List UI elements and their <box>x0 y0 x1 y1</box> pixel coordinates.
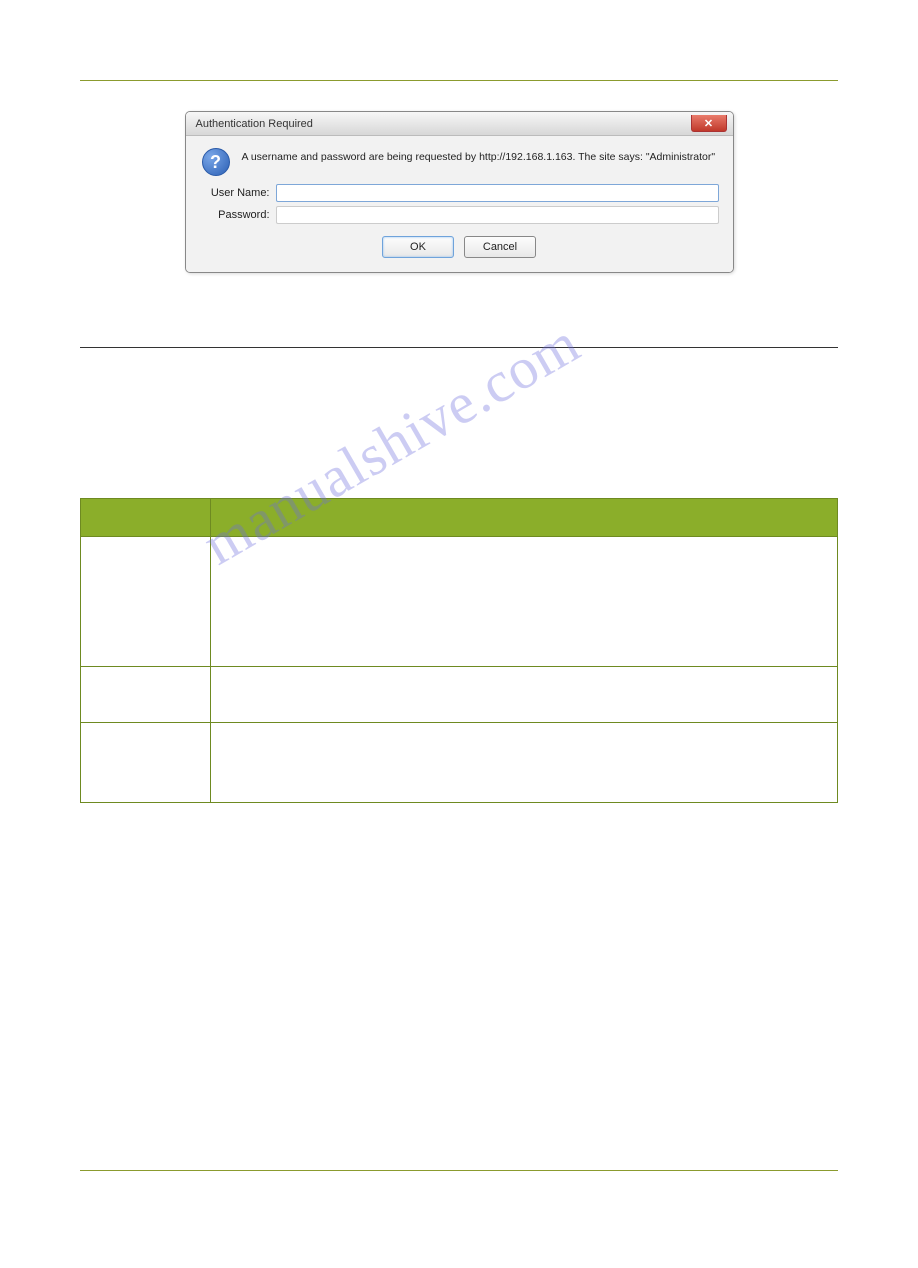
table-cell <box>211 667 838 723</box>
table-row <box>81 723 838 803</box>
mid-rule <box>80 347 838 348</box>
table-cell <box>211 723 838 803</box>
message-row: ? A username and password are being requ… <box>200 148 719 176</box>
cancel-button[interactable]: Cancel <box>464 236 536 258</box>
table-cell <box>211 537 838 667</box>
dialog-titlebar: Authentication Required ✕ <box>186 112 733 136</box>
table-cell <box>81 537 211 667</box>
auth-dialog: Authentication Required ✕ ? A username a… <box>185 111 734 273</box>
password-input[interactable] <box>276 206 719 224</box>
username-row: User Name: <box>200 184 719 202</box>
table-cell <box>81 667 211 723</box>
username-input[interactable] <box>276 184 719 202</box>
username-label: User Name: <box>200 187 270 199</box>
ok-button[interactable]: OK <box>382 236 454 258</box>
table-row <box>81 667 838 723</box>
password-label: Password: <box>200 209 270 221</box>
dialog-message: A username and password are being reques… <box>242 148 716 165</box>
question-icon: ? <box>202 148 230 176</box>
content-table <box>80 498 838 803</box>
table-header-row <box>81 499 838 537</box>
table-header-cell <box>211 499 838 537</box>
table-cell <box>81 723 211 803</box>
top-rule <box>80 80 838 81</box>
close-icon: ✕ <box>704 117 713 130</box>
table-header-cell <box>81 499 211 537</box>
table-row <box>81 537 838 667</box>
dialog-body: ? A username and password are being requ… <box>186 136 733 272</box>
button-row: OK Cancel <box>200 236 719 258</box>
bottom-rule <box>80 1170 838 1171</box>
close-button[interactable]: ✕ <box>691 115 727 132</box>
password-row: Password: <box>200 206 719 224</box>
dialog-title: Authentication Required <box>196 118 313 130</box>
